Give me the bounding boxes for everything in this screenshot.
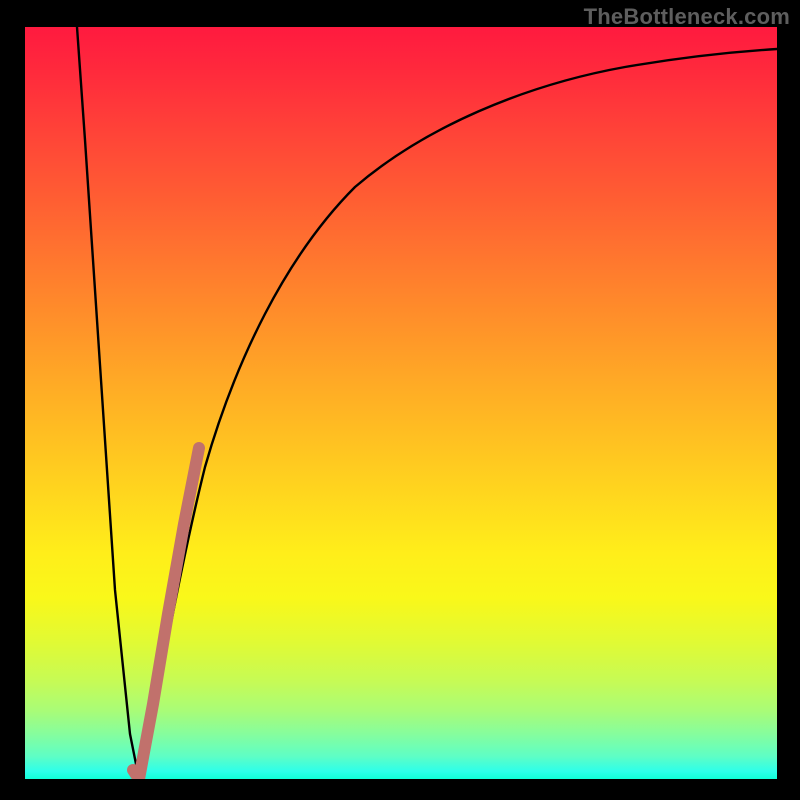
plot-area bbox=[25, 27, 777, 779]
right-branch-path bbox=[139, 49, 777, 779]
curve-layer bbox=[25, 27, 777, 779]
left-branch-path bbox=[77, 27, 139, 779]
highlight-segment-path bbox=[133, 448, 199, 779]
watermark-text: TheBottleneck.com bbox=[584, 4, 790, 30]
chart-frame: TheBottleneck.com bbox=[0, 0, 800, 800]
